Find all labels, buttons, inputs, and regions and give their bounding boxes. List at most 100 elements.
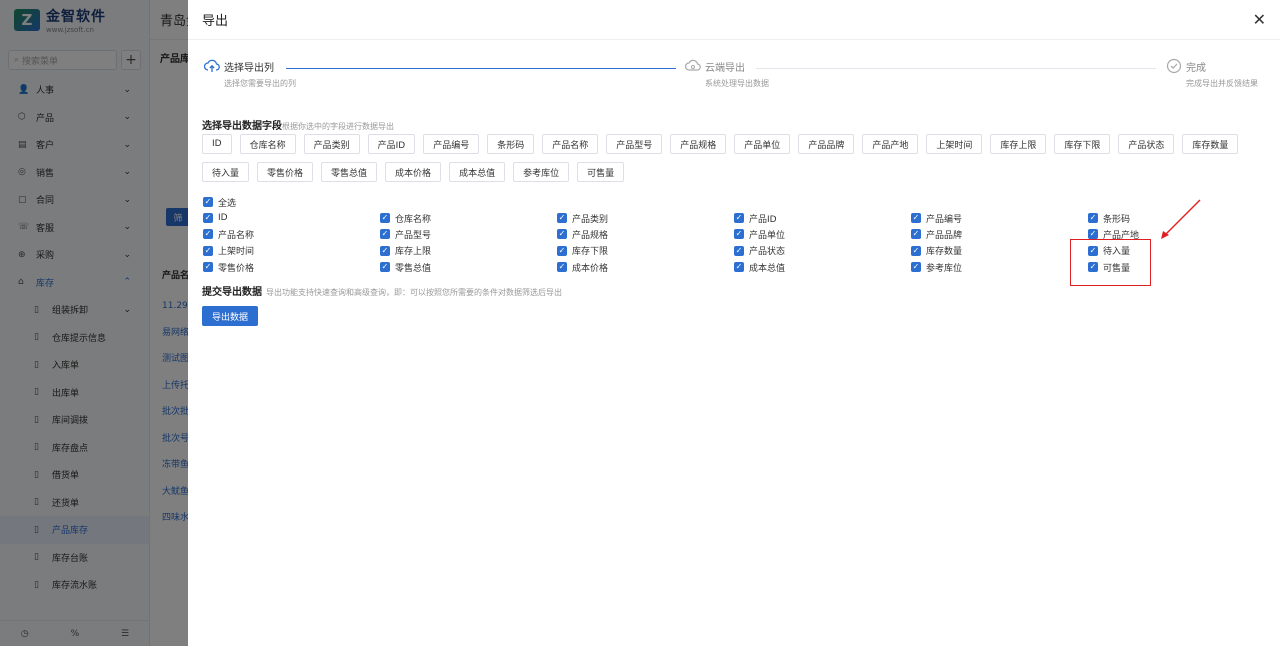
field-tag[interactable]: 产品产地 (862, 134, 919, 154)
field-checkbox[interactable]: ✓ 成本价格 (557, 259, 734, 275)
field-tag[interactable]: 仓库名称 (239, 134, 296, 154)
field-checkbox-label: 零售价格 (218, 263, 255, 274)
cloud-icon (685, 58, 701, 74)
field-tag[interactable]: 零售总值 (321, 162, 378, 182)
field-checkbox-label: 产品型号 (395, 230, 432, 241)
checkbox-checked-icon: ✓ (203, 262, 213, 273)
checkbox-checked-icon: ✓ (557, 262, 567, 273)
field-tag[interactable]: 上架时间 (926, 134, 983, 154)
step-line-active (286, 68, 676, 69)
field-tag[interactable]: ID (202, 134, 232, 154)
field-checkbox[interactable]: ✓ 库存上限 (380, 243, 557, 259)
field-tag[interactable]: 库存下限 (1054, 134, 1111, 154)
field-checkbox[interactable]: ✓ 产品ID (734, 210, 911, 226)
field-tag[interactable]: 产品状态 (1118, 134, 1175, 154)
checkbox-checked-icon: ✓ (380, 229, 390, 240)
field-tag[interactable]: 成本价格 (385, 162, 442, 182)
field-tag[interactable]: 库存数量 (1182, 134, 1239, 154)
checkbox-checked-icon: ✓ (203, 197, 213, 207)
checkbox-checked-icon: ✓ (380, 213, 390, 224)
select-all-label: 全选 (218, 198, 237, 209)
field-checkbox-label: 库存上限 (395, 247, 432, 258)
field-checkbox-label: 仓库名称 (395, 214, 432, 225)
checkbox-checked-icon: ✓ (557, 245, 567, 256)
checkbox-checked-icon: ✓ (380, 262, 390, 273)
field-checkbox[interactable]: ✓ 零售价格 (203, 259, 380, 275)
check-circle-icon (1166, 58, 1182, 74)
field-checkbox-label: 产品规格 (572, 230, 609, 241)
field-tag[interactable]: 产品ID (367, 134, 416, 154)
checkbox-checked-icon: ✓ (911, 213, 921, 224)
checkbox-checked-icon: ✓ (557, 229, 567, 240)
checkbox-checked-icon: ✓ (1088, 229, 1098, 240)
field-checkbox-label: 成本总值 (749, 263, 786, 274)
step-complete: 完成 完成导出并反馈结果 (1166, 58, 1258, 89)
step-title: 完成 (1186, 62, 1206, 74)
step-title: 云端导出 (705, 62, 745, 74)
field-checkbox-label: 产品编号 (926, 214, 963, 225)
annotation-arrow (1161, 199, 1201, 239)
field-checkbox-label: 上架时间 (218, 247, 255, 258)
field-checkbox[interactable]: ✓ 成本总值 (734, 259, 911, 275)
checkbox-checked-icon: ✓ (734, 262, 744, 273)
field-tag[interactable]: 成本总值 (449, 162, 506, 182)
field-checkbox-label: 产品名称 (218, 230, 255, 241)
select-all-checkbox[interactable]: ✓ 全选 (203, 194, 1263, 210)
field-tag[interactable]: 库存上限 (990, 134, 1047, 154)
checkbox-checked-icon: ✓ (911, 229, 921, 240)
field-tag[interactable]: 产品名称 (542, 134, 599, 154)
checkbox-checked-icon: ✓ (734, 245, 744, 256)
close-icon[interactable]: ✕ (1253, 10, 1266, 29)
export-drawer: 导出 ✕ 选择导出列 选择您需要导出的列 云端导出 系统处理导出数据 完成 完成… (188, 0, 1280, 646)
field-checkbox[interactable]: ✓ 产品类别 (557, 210, 734, 226)
checkbox-checked-icon: ✓ (734, 213, 744, 224)
field-tag[interactable]: 产品型号 (606, 134, 663, 154)
field-checkbox[interactable]: ✓ 零售总值 (380, 259, 557, 275)
steps: 选择导出列 选择您需要导出的列 云端导出 系统处理导出数据 完成 完成导出并反馈… (204, 58, 1268, 98)
field-tag[interactable]: 产品类别 (303, 134, 360, 154)
field-checkbox[interactable]: ✓ 库存下限 (557, 243, 734, 259)
field-checkbox-label: 产品ID (749, 214, 777, 225)
field-tag[interactable]: 产品单位 (734, 134, 791, 154)
field-checkbox-label: 条形码 (1103, 214, 1131, 225)
field-checkbox[interactable]: ✓ 产品名称 (203, 226, 380, 242)
field-checkbox-label: 库存下限 (572, 247, 609, 258)
field-tag[interactable]: 零售价格 (257, 162, 314, 182)
field-checkbox[interactable]: ✓ ID (203, 210, 380, 226)
checkbox-checked-icon: ✓ (380, 245, 390, 256)
checkbox-checked-icon: ✓ (734, 229, 744, 240)
step-desc: 完成导出并反馈结果 (1186, 79, 1258, 88)
field-checkbox[interactable]: ✓ 产品单位 (734, 226, 911, 242)
checkbox-checked-icon: ✓ (1088, 213, 1098, 224)
step-cloud-export: 云端导出 系统处理导出数据 (685, 58, 769, 89)
field-tag[interactable]: 参考库位 (513, 162, 570, 182)
field-tag[interactable]: 待入量 (202, 162, 250, 182)
checkbox-checked-icon: ✓ (203, 245, 213, 256)
field-checkbox-label: 产品类别 (572, 214, 609, 225)
field-checkbox[interactable]: ✓ 参考库位 (911, 259, 1088, 275)
field-checkbox-label: 库存数量 (926, 247, 963, 258)
field-checkbox[interactable]: ✓ 产品规格 (557, 226, 734, 242)
field-checkbox[interactable]: ✓ 产品编号 (911, 210, 1088, 226)
field-checkbox-label: 产品品牌 (926, 230, 963, 241)
field-tag[interactable]: 产品品牌 (798, 134, 855, 154)
field-checkbox[interactable]: ✓ 上架时间 (203, 243, 380, 259)
step-select-columns: 选择导出列 选择您需要导出的列 (204, 58, 296, 89)
field-section-hint: 根据你选中的字段进行数据导出 (282, 122, 394, 131)
field-checkbox-label: ID (218, 213, 228, 224)
field-tag[interactable]: 条形码 (487, 134, 535, 154)
field-checkbox[interactable]: ✓ 产品状态 (734, 243, 911, 259)
field-tags: ID 仓库名称 产品类别 产品ID 产品编号 条形码 产品名称 产品型号 产品规格 产品单位 产品品… (202, 134, 1262, 182)
field-tag[interactable]: 可售量 (577, 162, 625, 182)
field-checkbox[interactable]: ✓ 库存数量 (911, 243, 1088, 259)
field-checkbox[interactable]: ✓ 仓库名称 (380, 210, 557, 226)
export-data-button[interactable]: 导出数据 (202, 306, 258, 326)
field-checkbox-label: 零售总值 (395, 263, 432, 274)
field-checkbox[interactable]: ✓ 产品型号 (380, 226, 557, 242)
checkbox-checked-icon: ✓ (203, 229, 213, 240)
field-checkbox[interactable]: ✓ 产品品牌 (911, 226, 1088, 242)
field-tag[interactable]: 产品规格 (670, 134, 727, 154)
field-checkbox-label: 参考库位 (926, 263, 963, 274)
field-tag[interactable]: 产品编号 (423, 134, 480, 154)
checkbox-checked-icon: ✓ (911, 245, 921, 256)
